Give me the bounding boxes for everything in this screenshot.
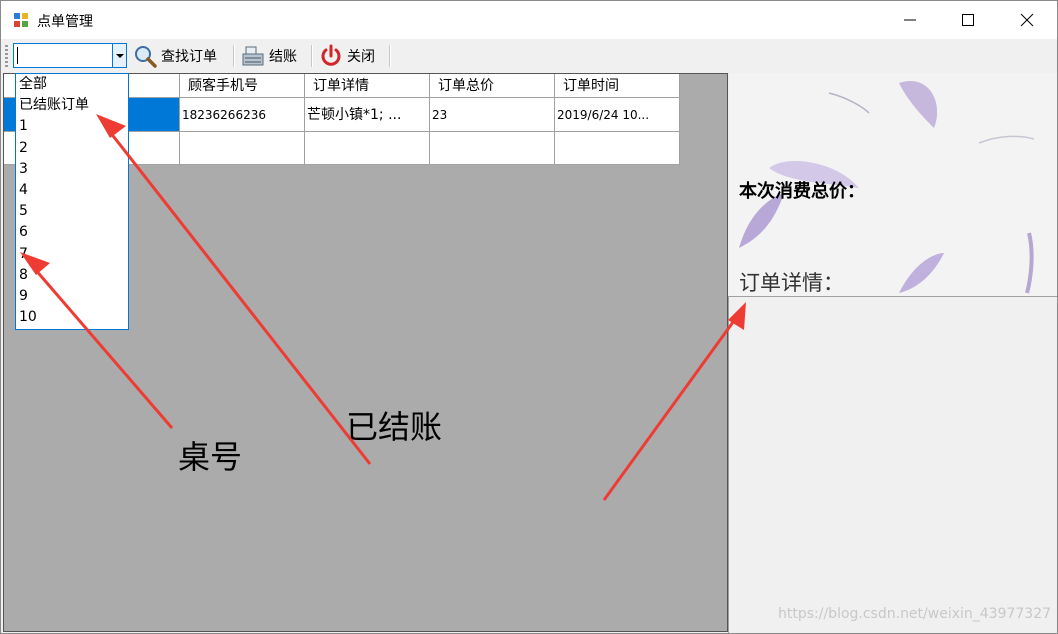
annotation-checked-out: 已结账 [346, 408, 443, 446]
annotation-arrows [20, 114, 746, 501]
arrow-to-checked-out-option [96, 114, 372, 465]
arrow-to-table-numbers [20, 252, 174, 429]
annotation-table-number: 桌号 [178, 438, 243, 476]
arrow-to-details-box [602, 302, 746, 501]
watermark: https://blog.csdn.net/weixin_43977327 [778, 606, 1052, 622]
